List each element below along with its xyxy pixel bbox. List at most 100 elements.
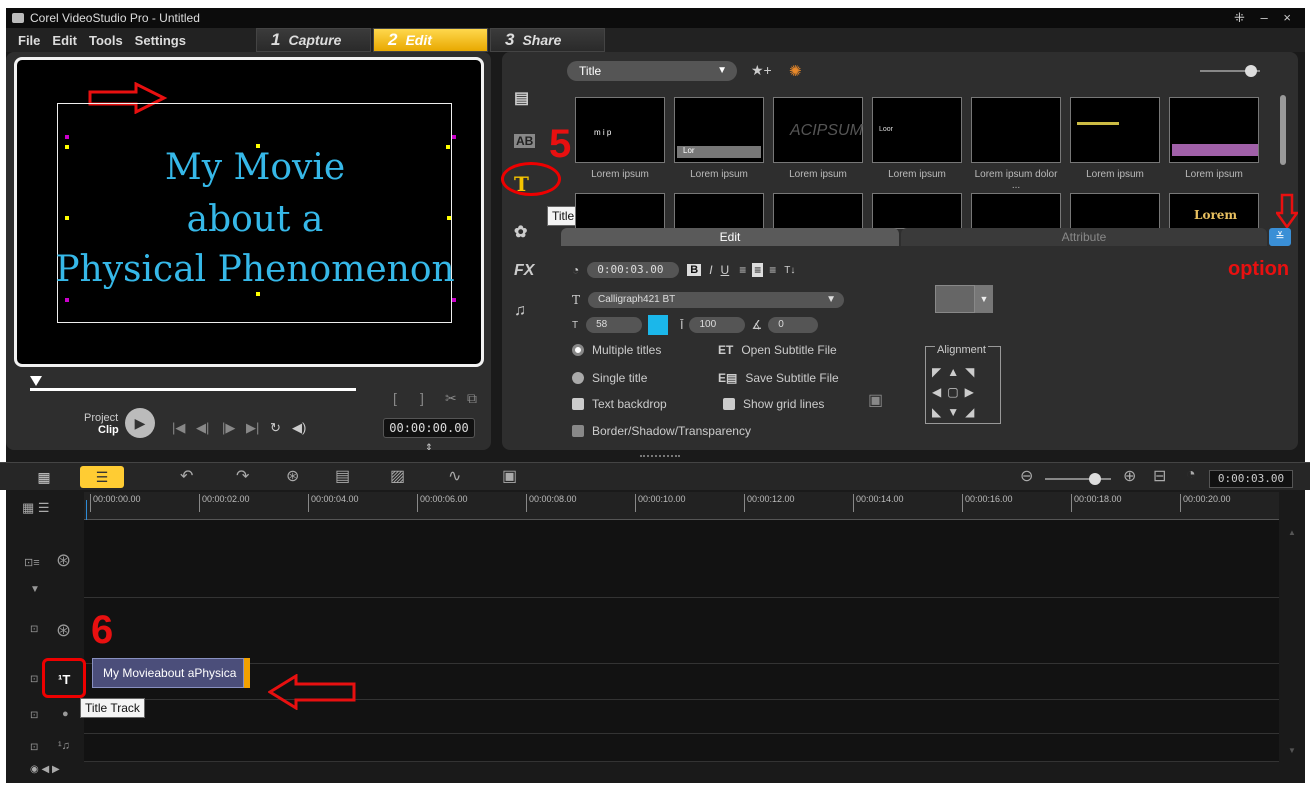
scroll-up-icon[interactable]: ▲ (1288, 528, 1296, 537)
rotation-field[interactable]: 0 (768, 317, 819, 333)
timeline-nav[interactable]: ◉ ◀ ▶ (30, 764, 60, 775)
multiple-titles-row[interactable]: Multiple titles (572, 343, 661, 357)
menu-file[interactable]: File (18, 33, 40, 48)
font-dropdown[interactable]: Calligraph421 BT ▼ (588, 292, 845, 308)
options-toggle-button[interactable]: ≚ (1269, 228, 1291, 246)
menu-edit[interactable]: Edit (52, 33, 77, 48)
track-expand-icon[interactable]: ▼ (30, 584, 114, 595)
font-size-dropdown[interactable]: 58 (586, 317, 643, 333)
title-thumbnail[interactable]: ACIPSUM (773, 97, 863, 163)
mode-clip[interactable]: Clip (98, 424, 119, 436)
handle[interactable] (65, 298, 69, 302)
menu-tools[interactable]: Tools (89, 33, 123, 48)
media-icon[interactable]: ▤ (514, 88, 529, 108)
title-thumbnail[interactable] (971, 193, 1061, 229)
next-frame-icon[interactable]: |▶ (222, 420, 235, 436)
title-thumbnail[interactable]: m i p (575, 97, 665, 163)
redo-icon[interactable]: ↷ (236, 466, 249, 486)
mode-project[interactable]: Project (84, 412, 119, 424)
save-subtitle-button[interactable]: E▤ Save Subtitle File (718, 371, 839, 385)
tab-attribute[interactable]: Attribute (901, 228, 1267, 246)
split-icon[interactable]: ✂ (445, 390, 457, 407)
line-spacing-dropdown[interactable]: 100 (689, 317, 746, 333)
font-color-swatch[interactable] (648, 315, 669, 335)
home-icon[interactable]: |◀ (172, 420, 185, 436)
thumbnail-size-slider[interactable] (1200, 65, 1260, 77)
border-label[interactable]: Border/Shadow/Transparency (592, 424, 751, 438)
library-scrollbar[interactable] (1280, 95, 1286, 165)
title-track[interactable] (84, 664, 1279, 700)
text-backdrop-row[interactable]: Text backdrop (572, 397, 667, 411)
title-thumbnail[interactable] (1070, 97, 1160, 163)
title-thumbnail[interactable] (773, 193, 863, 229)
scrubber-bar[interactable] (30, 388, 356, 391)
zoom-out-icon[interactable]: ⊖ (1020, 466, 1033, 486)
show-grid-row[interactable]: Show grid lines (723, 397, 824, 411)
timeline-view-button[interactable]: ☰ (80, 466, 124, 488)
title-thumbnail[interactable] (575, 193, 665, 229)
prev-frame-icon[interactable]: ◀| (196, 420, 209, 436)
show-grid-checkbox[interactable] (723, 398, 735, 410)
scroll-down-icon[interactable]: ▼ (1288, 746, 1296, 755)
zoom-in-icon[interactable]: ⊕ (1123, 466, 1136, 486)
italic-button[interactable]: I (709, 263, 712, 277)
clip-trim-handle[interactable] (244, 658, 250, 688)
repeat-icon[interactable]: ↻ (270, 420, 281, 436)
fx-icon[interactable]: FX (514, 262, 534, 280)
zoom-knob[interactable] (1089, 473, 1101, 485)
library-category-dropdown[interactable]: Title ▼ (567, 61, 737, 81)
chevron-down-icon[interactable]: ▼ (975, 285, 993, 313)
capture-icon[interactable]: ▤ (335, 466, 350, 486)
title-clip[interactable]: My Movieabout aPhysica (92, 658, 244, 688)
tab-edit[interactable]: Edit (561, 228, 899, 246)
align-center-icon[interactable]: ≡ (752, 263, 764, 277)
menu-settings[interactable]: Settings (135, 33, 186, 48)
audio-icon[interactable]: ♫ (514, 302, 526, 320)
step-share[interactable]: 3 Share (490, 28, 605, 52)
window-controls[interactable]: ⁜ – × (1234, 10, 1297, 26)
mode-selector[interactable]: Project Clip (84, 412, 119, 436)
timeline-ruler[interactable]: 00:00:00.00 00:00:02.00 00:00:04.00 00:00:0… (84, 492, 1279, 520)
track-manager-icon[interactable]: ▦ ☰ (22, 500, 50, 516)
step-capture[interactable]: 1 Capture (256, 28, 371, 52)
graphic-icon[interactable]: ✿ (514, 222, 527, 242)
template-icon[interactable]: ▣ (868, 390, 883, 410)
zoom-slider[interactable] (1045, 473, 1111, 485)
underline-button[interactable]: U (721, 263, 730, 277)
title-thumbnail[interactable]: Lor (674, 97, 764, 163)
multiple-titles-radio[interactable] (572, 344, 584, 356)
overlay-track[interactable] (84, 598, 1279, 664)
bold-button[interactable]: B (687, 264, 702, 276)
open-subtitle-button[interactable]: ET Open Subtitle File (718, 343, 837, 357)
title-thumbnail[interactable] (674, 193, 764, 229)
single-title-radio[interactable] (572, 372, 584, 384)
scrubber-knob[interactable] (30, 376, 42, 386)
mark-in-icon[interactable]: [ (393, 390, 397, 406)
title-thumbnail[interactable]: Lorem (1169, 193, 1259, 229)
handle[interactable] (452, 135, 456, 139)
record-icon[interactable]: ⊛ (286, 466, 299, 486)
background-color-swatch[interactable] (935, 285, 975, 313)
title-thumbnail[interactable] (872, 193, 962, 229)
settings-wheel-icon[interactable]: ✺ (789, 62, 802, 80)
audio-wave-icon[interactable]: ∿ (448, 466, 461, 486)
resize-grip[interactable] (640, 455, 680, 458)
step-edit[interactable]: 2 Edit (373, 28, 488, 52)
add-star-icon[interactable]: ★+ (751, 62, 772, 79)
preview-timecode[interactable]: 00:00:00.00 ⇕ (383, 418, 475, 453)
align-right-icon[interactable]: ≡ (769, 263, 776, 277)
end-icon[interactable]: ▶| (246, 420, 259, 436)
alignment-grid[interactable]: ◤▲◥ ◀▢▶ ◣▼◢ (932, 362, 994, 422)
enlarge-icon[interactable]: ⧉ (467, 390, 477, 407)
undo-icon[interactable]: ↶ (180, 466, 193, 486)
border-row[interactable]: Border/Shadow/Transparency (572, 424, 751, 438)
transition-icon[interactable]: AB (514, 134, 536, 148)
storyboard-view-button[interactable]: ▦ (22, 466, 66, 488)
music-track[interactable] (84, 734, 1279, 762)
volume-icon[interactable]: ◀) (292, 420, 306, 436)
slider-knob[interactable] (1245, 65, 1257, 77)
title-thumbnail[interactable]: Loor (872, 97, 962, 163)
single-title-row[interactable]: Single title (572, 371, 647, 385)
mark-out-icon[interactable]: ] (420, 390, 424, 406)
text-direction-icon[interactable]: T↓ (784, 265, 795, 276)
